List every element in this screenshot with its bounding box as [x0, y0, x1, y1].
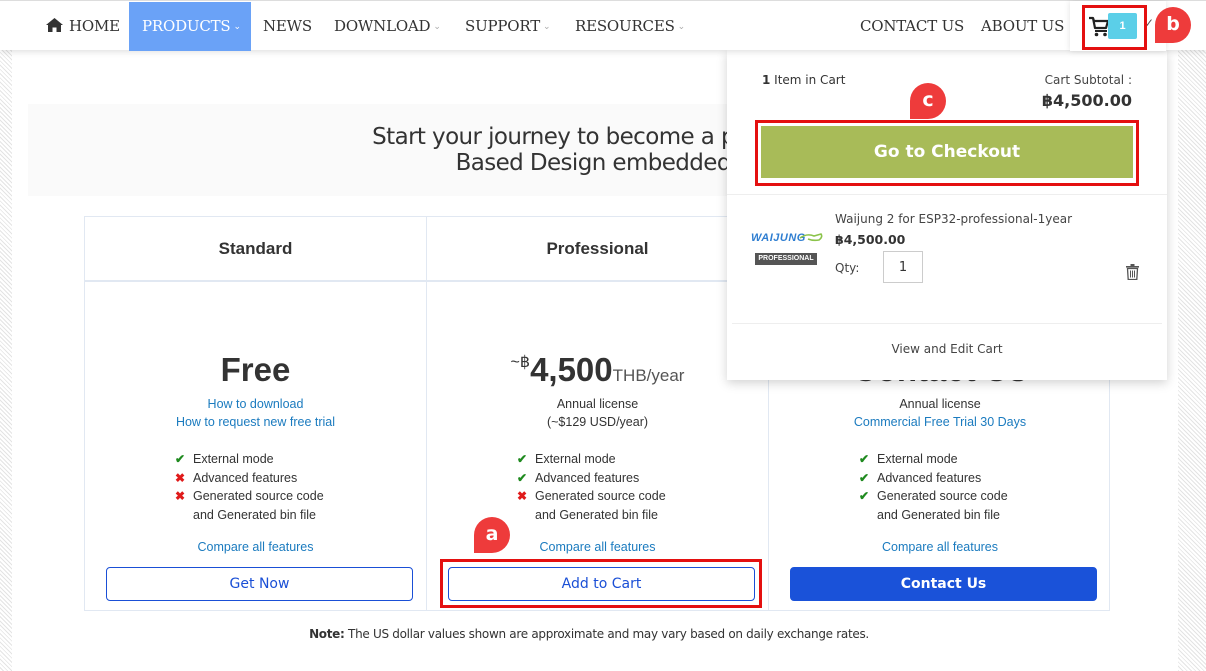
annotation-badge-a: a — [474, 517, 510, 553]
quantity-input[interactable] — [883, 251, 923, 283]
nav-download-label: DOWNLOAD — [334, 17, 431, 35]
feature-list: ✔ External mode ✖ Advanced features ✖ Gener… — [175, 450, 324, 524]
chevron-down-icon: ⌄ — [677, 22, 686, 32]
home-icon — [46, 18, 63, 32]
compare-features-link[interactable]: Compare all features — [539, 540, 655, 554]
free-trial-link[interactable]: How to request new free trial — [176, 415, 335, 429]
nav-contact-us[interactable]: CONTACT US — [848, 2, 976, 51]
check-icon: ✔ — [517, 452, 528, 466]
check-icon: ✔ — [175, 452, 186, 466]
nav-support[interactable]: SUPPORT ⌄ — [453, 2, 562, 51]
price-prefix: ~฿ — [510, 354, 531, 371]
minicart-item-count: 1 Item in Cart — [762, 73, 846, 87]
feature-item: ✔ Advanced features — [859, 469, 1008, 488]
nav-home-label: HOME — [69, 17, 120, 35]
nav-about-us[interactable]: ABOUT US — [969, 2, 1076, 51]
price-unit: THB/year — [612, 366, 685, 385]
nav-download[interactable]: DOWNLOAD ⌄ — [322, 2, 453, 51]
product-name[interactable]: Waijung 2 for ESP32-professional-1year — [835, 212, 1072, 226]
exchange-rate-note: Note: The US dollar values shown are app… — [0, 627, 1178, 641]
nav-resources-label: RESOURCES — [575, 17, 675, 35]
plan-price: ~฿4,500THB/year — [427, 351, 768, 389]
divider — [727, 194, 1167, 195]
feature-item: ✖ Generated source code and Generated bin … — [517, 489, 666, 522]
go-to-checkout-button[interactable]: Go to Checkout — [761, 126, 1133, 178]
feature-item: ✔ External mode — [175, 450, 324, 469]
logo-swoosh-icon — [799, 233, 823, 242]
cross-icon: ✖ — [175, 489, 186, 503]
compare-features-link[interactable]: Compare all features — [882, 540, 998, 554]
plan-license: Annual license — [899, 397, 981, 411]
how-to-download-link[interactable]: How to download — [208, 397, 304, 411]
cart-count-badge: 1 — [1108, 13, 1137, 39]
professional-badge: PROFESSIONAL — [755, 253, 817, 265]
subtotal-label: Cart Subtotal : — [1044, 73, 1132, 87]
annotation-badge-b: b — [1155, 7, 1191, 43]
minicart-dropdown: 1 Item in Cart Cart Subtotal : ฿4,500.00… — [727, 50, 1167, 380]
plan-name: Standard — [85, 217, 426, 282]
minicart-toggle[interactable]: 1 ✓ — [1070, 1, 1166, 51]
chevron-down-icon: ⌄ — [233, 22, 242, 32]
annotation-badge-c: c — [910, 83, 946, 119]
top-navbar: HOME PRODUCTS ⌄ NEWS DOWNLOAD ⌄ SUPPORT ⌄ R… — [0, 0, 1206, 51]
feature-item: ✔ External mode — [517, 450, 666, 469]
cart-icon — [1089, 16, 1110, 37]
subtotal-value: ฿4,500.00 — [1041, 91, 1132, 110]
plan-license: Annual license — [556, 397, 639, 411]
get-now-button[interactable]: Get Now — [106, 567, 413, 601]
feature-item: ✔ Advanced features — [517, 469, 666, 488]
compare-features-link[interactable]: Compare all features — [197, 540, 313, 554]
nav-support-label: SUPPORT — [465, 17, 541, 35]
feature-item: ✔ Generated source code and Generated bin … — [859, 489, 1008, 522]
check-icon: ✔ — [859, 489, 870, 503]
cross-icon: ✖ — [175, 470, 186, 485]
nav-products[interactable]: PRODUCTS ⌄ — [129, 2, 251, 51]
waijung-logo: WAIJUNG — [751, 232, 806, 244]
chevron-down-icon: ⌄ — [433, 22, 441, 32]
feature-item: ✖ Generated source code and Generated bin … — [175, 489, 324, 522]
divider — [732, 323, 1162, 324]
plan-name: Professional — [427, 217, 768, 282]
cross-icon: ✖ — [517, 489, 528, 503]
chevron-down-icon: ⌄ — [543, 22, 551, 32]
nav-resources[interactable]: RESOURCES ⌄ — [563, 2, 697, 51]
check-icon: ✔ — [517, 470, 528, 485]
price-value: 4,500 — [530, 351, 613, 388]
note-text: The US dollar values shown are approxima… — [344, 627, 869, 641]
note-label: Note: — [309, 627, 345, 641]
commercial-trial-link[interactable]: Commercial Free Trial 30 Days — [854, 415, 1026, 429]
plan-usd-price: (~$129 USD/year) — [546, 415, 649, 429]
nav-about-us-label: ABOUT US — [981, 17, 1065, 35]
view-edit-cart-link[interactable]: View and Edit Cart — [727, 342, 1167, 356]
trash-icon[interactable] — [1126, 264, 1139, 280]
qty-label: Qty: — [835, 261, 860, 275]
nav-news[interactable]: NEWS — [251, 2, 324, 51]
check-icon: ✔ — [859, 470, 870, 485]
feature-list: ✔ External mode ✔ Advanced features ✔ Gener… — [859, 450, 1008, 524]
nav-contact-us-label: CONTACT US — [860, 17, 965, 35]
feature-item: ✔ External mode — [859, 450, 1008, 469]
nav-home[interactable]: HOME — [34, 2, 132, 51]
product-price: ฿4,500.00 — [835, 232, 906, 247]
plan-standard: Standard Free How to download How to req… — [85, 217, 427, 610]
feature-list: ✔ External mode ✔ Advanced features ✖ Gener… — [517, 450, 666, 524]
contact-us-button[interactable]: Contact Us — [790, 567, 1097, 601]
plan-price: Free — [220, 351, 291, 388]
product-thumbnail[interactable]: WAIJUNG PROFESSIONAL — [749, 220, 824, 295]
add-to-cart-button[interactable]: Add to Cart — [448, 567, 755, 601]
chevron-down-icon: ✓ — [1144, 16, 1155, 30]
nav-news-label: NEWS — [263, 17, 312, 35]
check-icon: ✔ — [859, 452, 870, 466]
feature-item: ✖ Advanced features — [175, 469, 324, 488]
nav-products-label: PRODUCTS — [142, 17, 231, 35]
